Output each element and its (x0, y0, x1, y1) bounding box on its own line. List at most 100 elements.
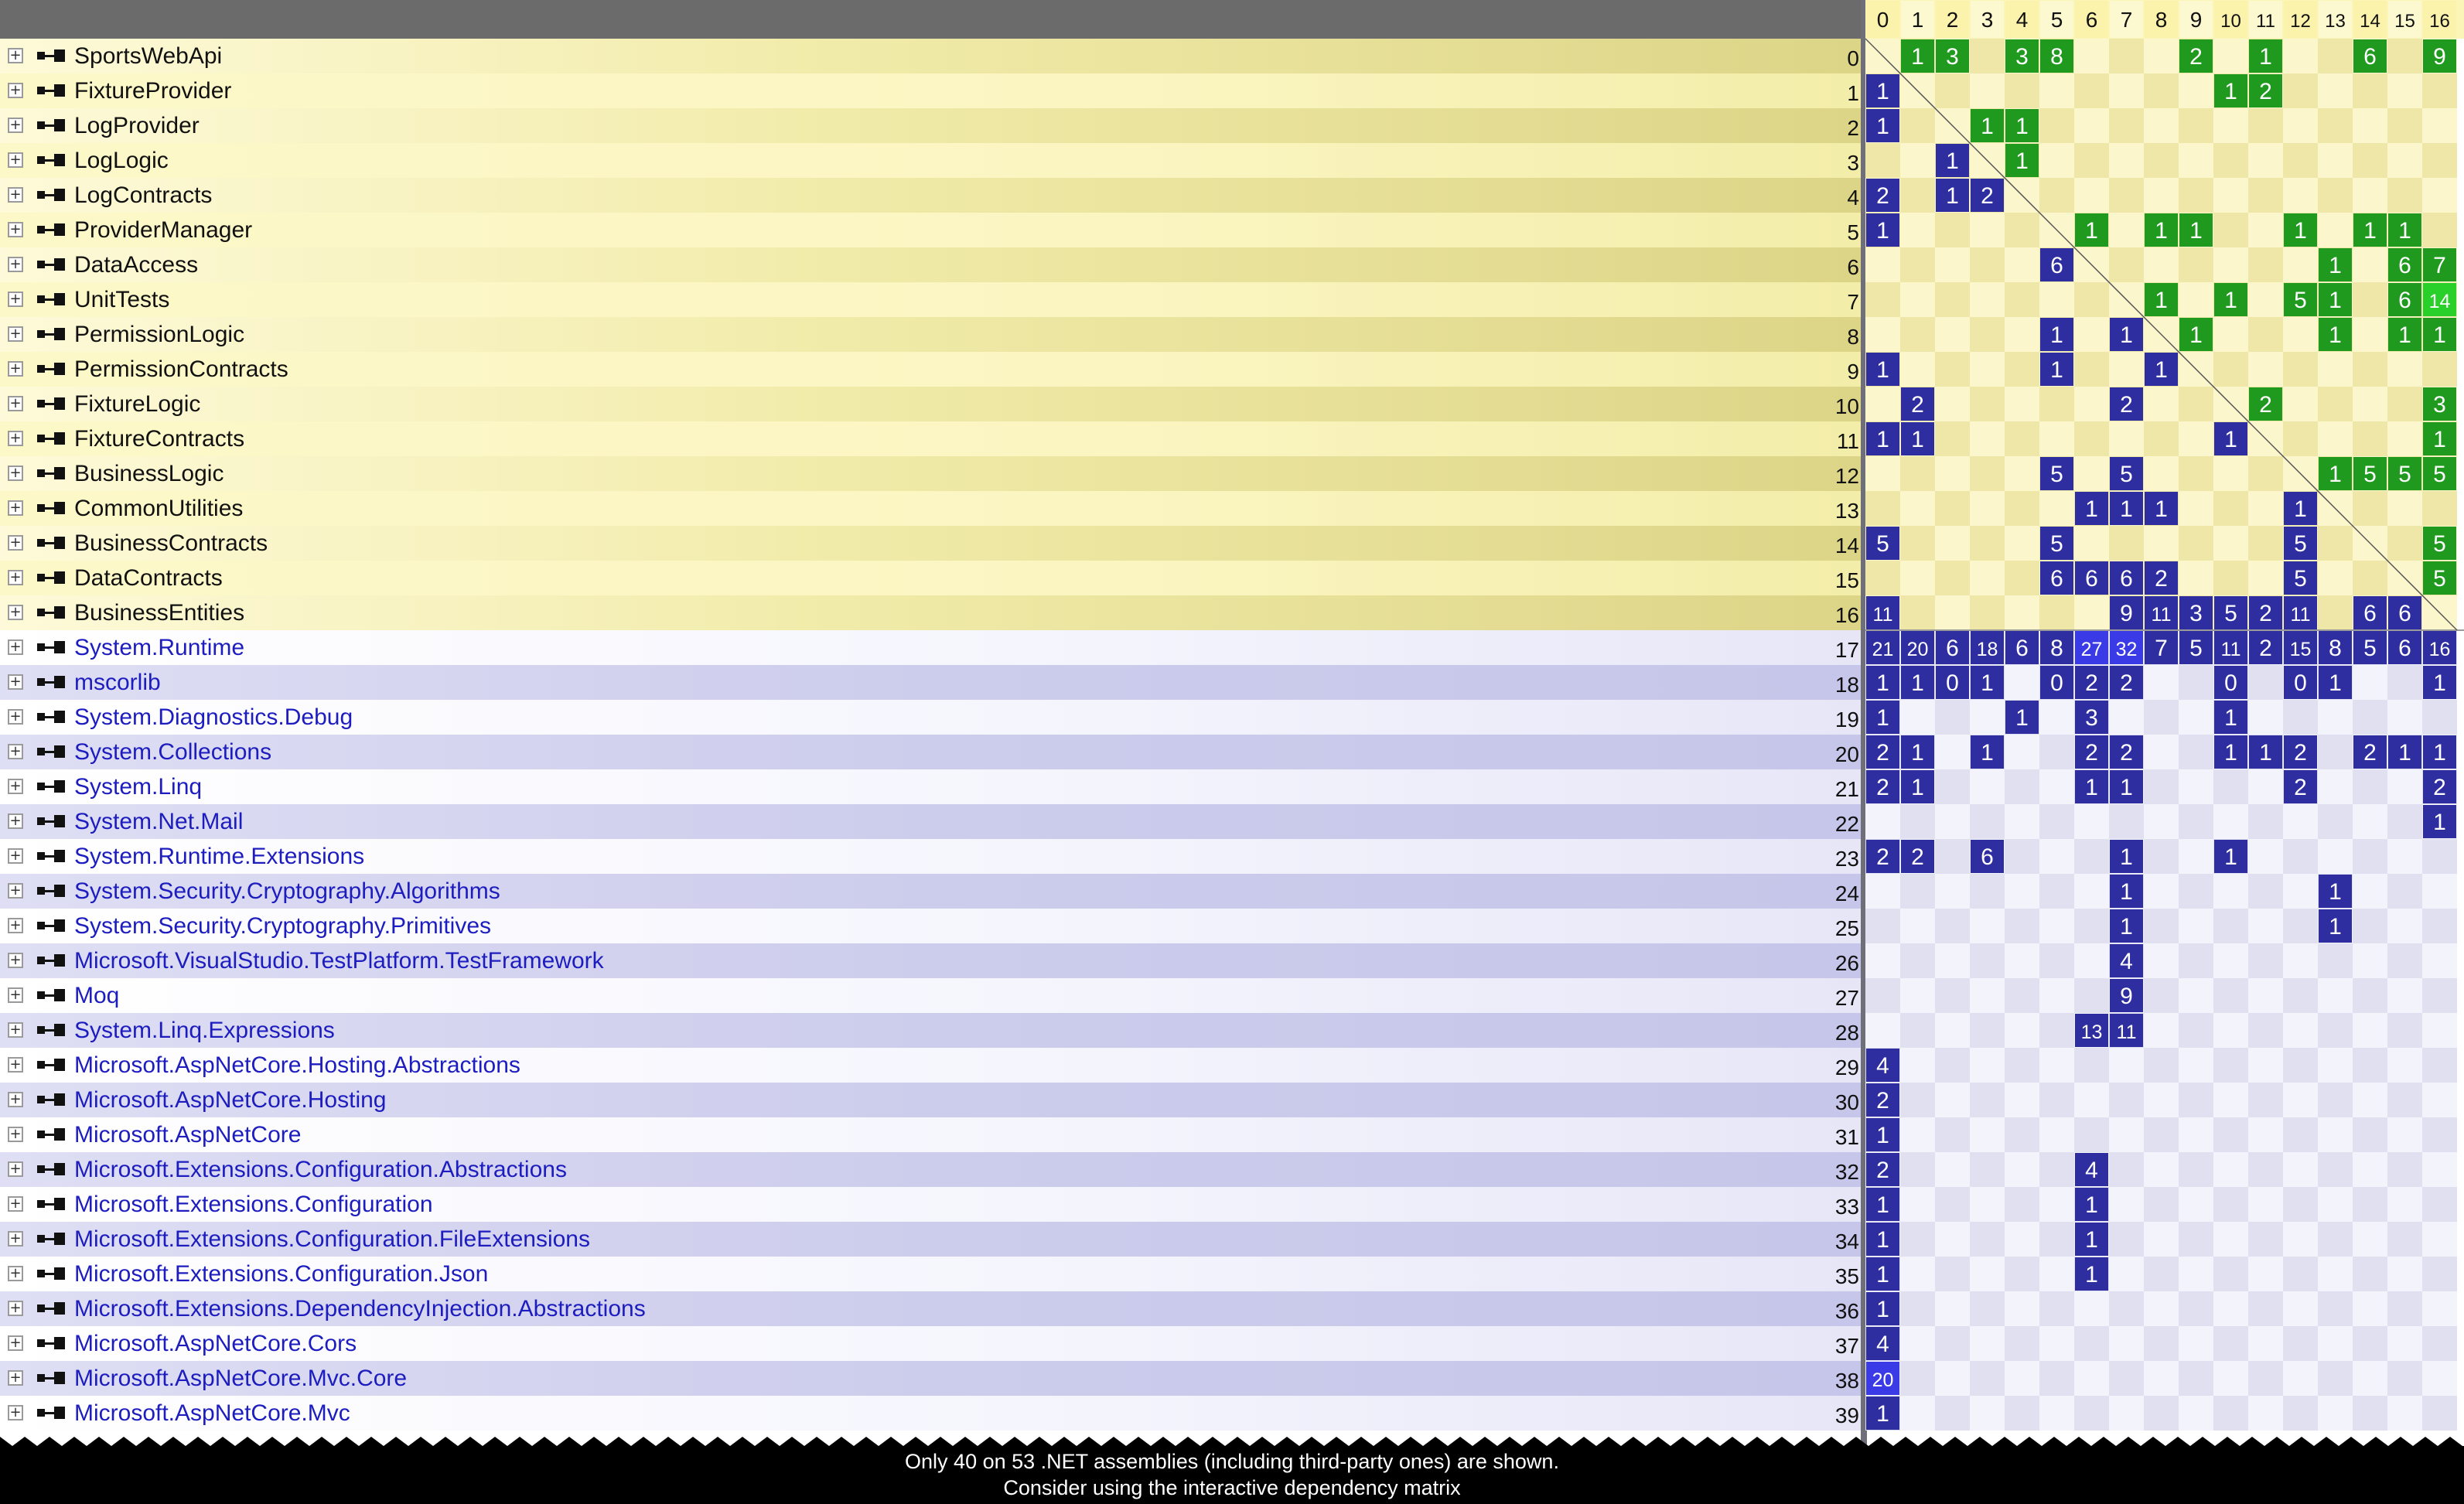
plus-icon[interactable]: + (8, 848, 23, 864)
plus-icon[interactable]: + (8, 813, 23, 829)
dependency-count[interactable]: 1 (1981, 114, 1994, 139)
dependency-count[interactable]: 6 (2050, 253, 2063, 278)
column-header-label[interactable]: 2 (1947, 8, 1959, 32)
assembly-name[interactable]: CommonUtilities (74, 495, 243, 523)
plus-icon[interactable]: + (8, 152, 23, 168)
dependency-count[interactable]: 1 (2259, 44, 2272, 70)
assembly-row[interactable]: + DataAccess 6 (0, 247, 1865, 282)
dependency-count[interactable]: 1 (2329, 322, 2342, 348)
assembly-row[interactable]: + BusinessContracts 14 (0, 526, 1865, 561)
dependency-count[interactable]: 1 (1876, 1192, 1889, 1218)
column-header-label[interactable]: 4 (2016, 8, 2029, 32)
dependency-count[interactable]: 1 (2433, 740, 2446, 766)
assembly-row[interactable]: + System.Security.Cryptography.Primitives… (0, 909, 1865, 943)
plus-icon[interactable]: + (8, 1231, 23, 1247)
dependency-count[interactable]: 7 (2433, 253, 2446, 278)
dependency-count[interactable]: 1 (1876, 1227, 1889, 1253)
dependency-count[interactable]: 5 (1876, 531, 1889, 557)
dependency-count[interactable]: 8 (2329, 636, 2342, 661)
dependency-count[interactable]: 2 (2120, 740, 2133, 766)
assembly-row[interactable]: + CommonUtilities 13 (0, 491, 1865, 526)
assembly-name[interactable]: mscorlib (74, 669, 161, 697)
column-header-label[interactable]: 0 (1877, 8, 1889, 32)
dependency-count[interactable]: 1 (1911, 775, 1924, 800)
assembly-name[interactable]: ProviderManager (74, 217, 252, 244)
dependency-count[interactable]: 1 (2224, 705, 2237, 731)
dependency-count[interactable]: 0 (2224, 670, 2237, 696)
dependency-count[interactable]: 5 (2294, 566, 2307, 592)
plus-icon[interactable]: + (8, 466, 23, 481)
dependency-count[interactable]: 2 (2120, 392, 2133, 418)
dependency-count[interactable]: 1 (2329, 253, 2342, 278)
column-header-label[interactable]: 12 (2290, 11, 2311, 32)
dependency-count[interactable]: 2 (2259, 392, 2272, 418)
dependency-count[interactable]: 11 (2152, 604, 2172, 626)
plus-icon[interactable]: + (8, 987, 23, 1003)
dependency-count[interactable]: 2 (2433, 775, 2446, 800)
dependency-count[interactable]: 1 (2398, 322, 2411, 348)
dependency-count[interactable]: 4 (1876, 1053, 1889, 1079)
assembly-row[interactable]: + DataContracts 15 (0, 561, 1865, 595)
dependency-count[interactable]: 9 (2433, 44, 2446, 70)
dependency-count[interactable]: 2 (2259, 79, 2272, 104)
dependency-count[interactable]: 2 (1876, 1088, 1889, 1114)
column-header-label[interactable]: 15 (2394, 11, 2415, 32)
plus-icon[interactable]: + (8, 674, 23, 690)
plus-icon[interactable]: + (8, 639, 23, 655)
dependency-count[interactable]: 2 (1911, 844, 1924, 870)
assembly-name[interactable]: System.Linq.Expressions (74, 1017, 335, 1045)
column-header-label[interactable]: 7 (2121, 8, 2133, 32)
dependency-count[interactable]: 1 (2015, 705, 2029, 731)
dependency-count[interactable]: 1 (2433, 322, 2446, 348)
dependency-count[interactable]: 5 (2294, 531, 2307, 557)
dependency-count[interactable]: 1 (2120, 914, 2133, 940)
dependency-count[interactable]: 1 (2050, 357, 2063, 383)
assembly-row[interactable]: + Microsoft.Extensions.Configuration.File… (0, 1222, 1865, 1257)
assembly-name[interactable]: UnitTests (74, 286, 169, 314)
plus-icon[interactable]: + (8, 292, 23, 307)
dependency-count[interactable]: 0 (2050, 670, 2063, 696)
dependency-count[interactable]: 5 (2224, 601, 2237, 626)
dependency-count[interactable]: 1 (2015, 148, 2029, 174)
plus-icon[interactable]: + (8, 1301, 23, 1316)
assembly-row[interactable]: + Microsoft.AspNetCore.Hosting.Abstractio… (0, 1048, 1865, 1083)
assembly-row[interactable]: + Microsoft.AspNetCore.Mvc 39 (0, 1396, 1865, 1431)
assembly-name[interactable]: Microsoft.AspNetCore.Cors (74, 1330, 357, 1358)
assembly-name[interactable]: FixtureLogic (74, 390, 200, 418)
assembly-name[interactable]: LogContracts (74, 182, 212, 210)
dependency-count[interactable]: 3 (2015, 44, 2029, 70)
dependency-count[interactable]: 6 (1946, 636, 1959, 661)
dependency-count[interactable]: 5 (2050, 531, 2063, 557)
plus-icon[interactable]: + (8, 396, 23, 411)
dependency-count[interactable]: 4 (2120, 949, 2133, 974)
dependency-count[interactable]: 5 (2189, 636, 2203, 661)
dependency-count[interactable]: 8 (2050, 44, 2063, 70)
dependency-count[interactable]: 0 (1946, 670, 1959, 696)
assembly-row[interactable]: + PermissionContracts 9 (0, 352, 1865, 387)
dependency-count[interactable]: 7 (2155, 636, 2168, 661)
dependency-count[interactable]: 1 (2398, 740, 2411, 766)
dependency-count[interactable]: 1 (2329, 914, 2342, 940)
dependency-count[interactable]: 3 (2433, 392, 2446, 418)
assembly-name[interactable]: PermissionContracts (74, 356, 288, 384)
dependency-count[interactable]: 1 (2224, 427, 2237, 452)
dependency-count[interactable]: 1 (2433, 427, 2446, 452)
dependency-count[interactable]: 2 (2294, 775, 2307, 800)
dependency-count[interactable]: 15 (2290, 639, 2312, 660)
plus-icon[interactable]: + (8, 1370, 23, 1386)
plus-icon[interactable]: + (8, 326, 23, 342)
plus-icon[interactable]: + (8, 83, 23, 98)
dependency-count[interactable]: 5 (2294, 288, 2307, 313)
dependency-count[interactable]: 1 (2120, 775, 2133, 800)
column-header-label[interactable]: 1 (1912, 8, 1924, 32)
column-header-label[interactable]: 9 (2190, 8, 2203, 32)
assembly-name[interactable]: SportsWebApi (74, 43, 222, 70)
plus-icon[interactable]: + (8, 1335, 23, 1351)
dependency-count[interactable]: 1 (2329, 462, 2342, 487)
dependency-count[interactable]: 1 (1981, 740, 1994, 766)
assembly-name[interactable]: PermissionLogic (74, 321, 244, 349)
dependency-count[interactable]: 14 (2429, 291, 2451, 312)
dependency-count[interactable]: 6 (1981, 844, 1994, 870)
dependency-count[interactable]: 21 (1872, 639, 1894, 660)
dependency-count[interactable]: 1 (1876, 79, 1889, 104)
